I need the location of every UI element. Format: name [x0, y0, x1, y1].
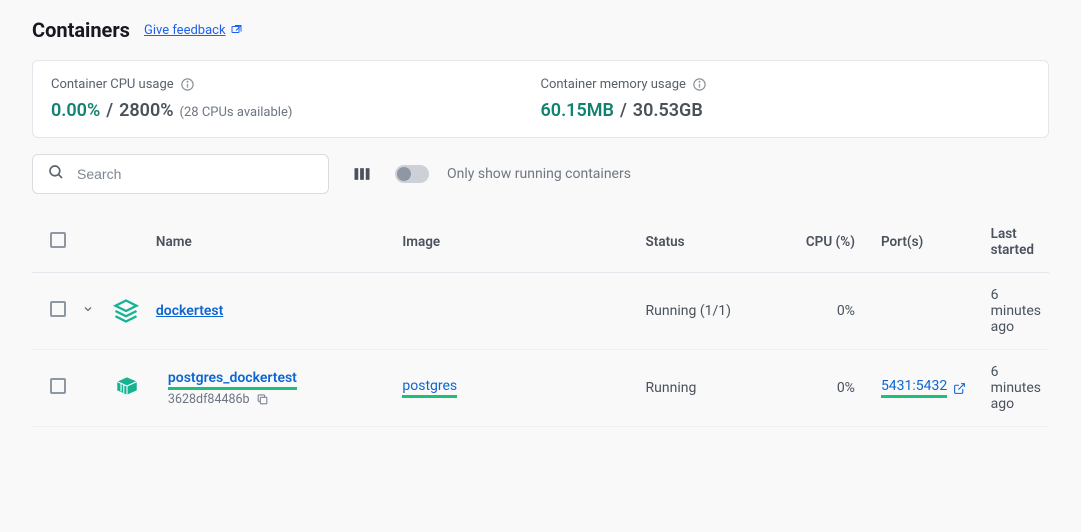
status-text: Running (1/1) [638, 273, 785, 350]
header-cpu[interactable]: CPU (%) [784, 212, 863, 273]
info-icon[interactable] [692, 77, 707, 92]
cpu-value: 0% [784, 273, 863, 350]
search-icon [47, 163, 65, 185]
slash: / [620, 100, 627, 121]
stack-icon [112, 297, 140, 325]
container-icon [114, 373, 140, 399]
container-name-link[interactable]: postgres_dockertest [168, 370, 297, 390]
row-checkbox[interactable] [50, 301, 66, 317]
search-box[interactable] [32, 154, 329, 194]
give-feedback-label: Give feedback [144, 23, 226, 38]
last-started: 6 minutes ago [983, 350, 1049, 427]
table-row-group: dockertest Running (1/1) 0% 6 minutes ag… [32, 273, 1049, 350]
page-title: Containers [32, 18, 130, 42]
cpu-total: 2800% [119, 100, 173, 121]
header-status[interactable]: Status [638, 212, 785, 273]
cpu-used: 0.00% [51, 100, 100, 121]
table-row-container: postgres_dockertest 3628df84486b postgre… [32, 350, 1049, 427]
table-header-row: Name Image Status CPU (%) Port(s) Last s… [32, 212, 1049, 273]
select-all-checkbox[interactable] [50, 232, 66, 248]
containers-table: Name Image Status CPU (%) Port(s) Last s… [32, 212, 1049, 427]
header-ports[interactable]: Port(s) [863, 212, 983, 273]
cpu-stat-block: Container CPU usage 0.00% / 2800% (28 CP… [51, 77, 541, 121]
only-running-toggle[interactable] [395, 165, 429, 183]
toggle-knob [397, 167, 411, 181]
search-input[interactable] [77, 166, 314, 182]
image-link[interactable]: postgres [402, 378, 457, 398]
cpu-label: Container CPU usage [51, 77, 174, 92]
info-icon[interactable] [180, 77, 195, 92]
memory-used: 60.15MB [541, 100, 614, 121]
status-text: Running [638, 350, 785, 427]
memory-total: 30.53GB [633, 100, 703, 121]
row-checkbox[interactable] [50, 378, 66, 394]
last-started: 6 minutes ago [983, 273, 1049, 350]
header-name[interactable]: Name [148, 212, 394, 273]
slash: / [106, 100, 113, 121]
header-image[interactable]: Image [394, 212, 637, 273]
only-running-label: Only show running containers [447, 166, 631, 182]
cpu-value: 0% [784, 350, 863, 427]
external-link-icon[interactable] [953, 382, 966, 395]
port-link[interactable]: 5431:5432 [881, 378, 947, 398]
give-feedback-link[interactable]: Give feedback [144, 23, 243, 38]
memory-label: Container memory usage [541, 77, 686, 92]
stats-card: Container CPU usage 0.00% / 2800% (28 CP… [32, 60, 1049, 138]
columns-button[interactable] [347, 159, 377, 189]
feedback-external-icon [230, 24, 243, 36]
header-last[interactable]: Last started [983, 212, 1049, 273]
memory-stat-block: Container memory usage 60.15MB / 30.53GB [541, 77, 1031, 121]
copy-icon[interactable] [256, 393, 269, 406]
cpu-extra: (28 CPUs available) [180, 105, 293, 120]
container-id: 3628df84486b [168, 392, 250, 407]
group-name-link[interactable]: dockertest [156, 303, 223, 319]
chevron-down-icon[interactable] [82, 303, 94, 315]
